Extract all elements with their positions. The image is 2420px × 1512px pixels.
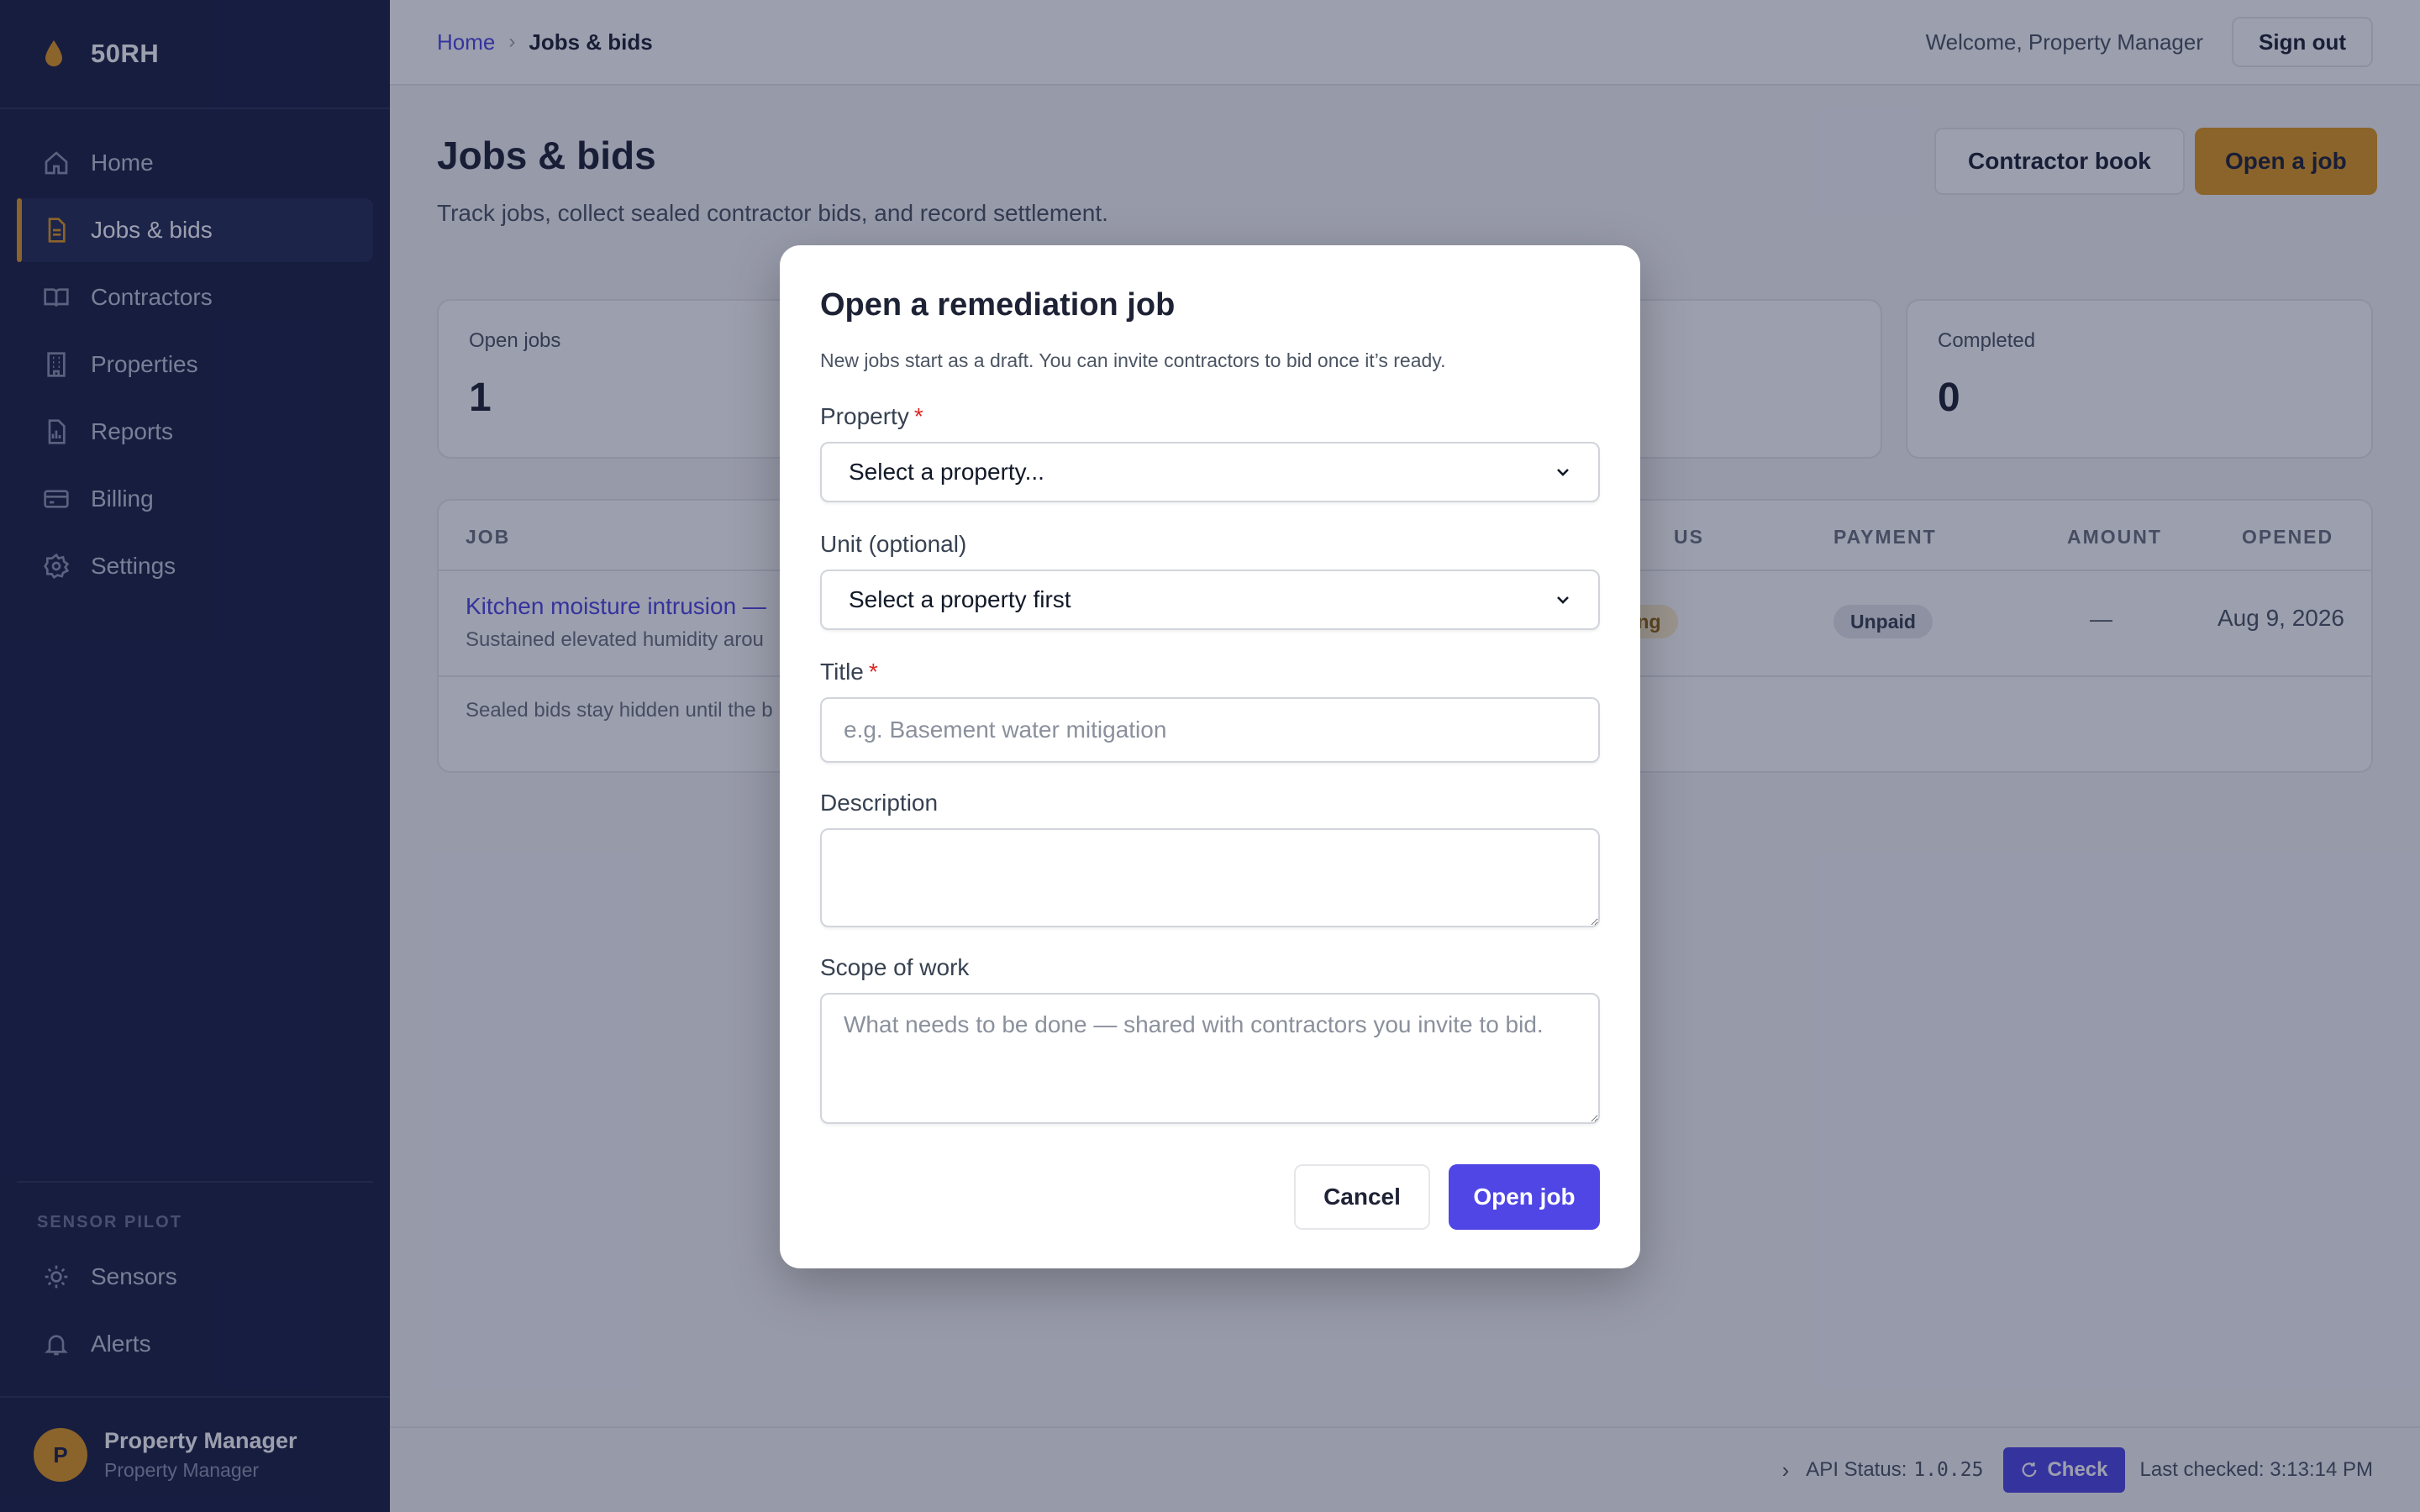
modal-title: Open a remediation job xyxy=(820,287,1176,323)
unit-select-value: Select a property first xyxy=(849,586,1071,612)
open-job-submit-button[interactable]: Open job xyxy=(1449,1164,1600,1230)
description-textarea[interactable] xyxy=(820,828,1600,927)
unit-select[interactable]: Select a property first xyxy=(820,570,1600,630)
chevron-down-icon xyxy=(1557,469,1569,476)
required-mark: * xyxy=(913,403,923,429)
open-job-modal: Open a remediation job New jobs start as… xyxy=(780,245,1640,1268)
unit-label: Unit (optional) xyxy=(820,531,967,557)
chevron-down-icon xyxy=(1557,596,1569,604)
property-select-value: Select a property... xyxy=(849,459,1044,485)
description-label: Description xyxy=(820,790,939,816)
property-label: Property * xyxy=(820,403,923,430)
property-select[interactable]: Select a property... xyxy=(820,442,1600,502)
modal-subtitle: New jobs start as a draft. You can invit… xyxy=(820,349,1446,371)
property-label-text: Property xyxy=(820,403,909,429)
cancel-button[interactable]: Cancel xyxy=(1294,1164,1430,1230)
required-mark: * xyxy=(868,659,878,685)
title-label-text: Title xyxy=(820,659,864,685)
scope-textarea[interactable] xyxy=(820,993,1600,1124)
scope-label: Scope of work xyxy=(820,954,970,980)
title-label: Title * xyxy=(820,659,878,685)
title-input[interactable] xyxy=(820,697,1600,763)
